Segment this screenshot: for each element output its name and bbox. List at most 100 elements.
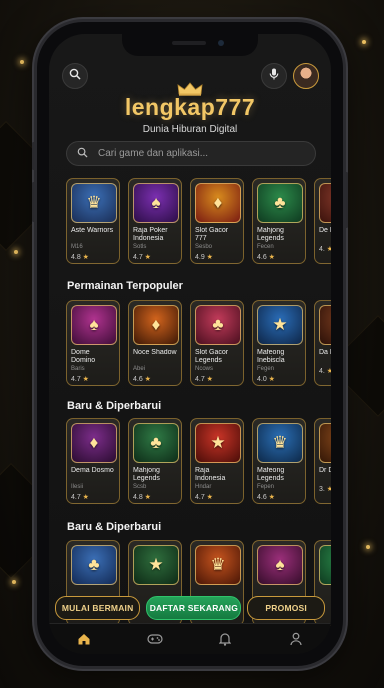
game-publisher: M16 [71, 244, 83, 250]
star-icon: ★ [80, 376, 89, 383]
game-art-icon: ♛ [210, 555, 226, 574]
game-card[interactable]: ♠ Dome Domino Baris 4.7 ★ [66, 300, 120, 386]
game-thumbnail: ♣ [133, 423, 179, 463]
game-row: ♠ Dome Domino Baris 4.7 ★ ♦ Noce Shadow Abei 4.… [66, 300, 331, 388]
tab-profile[interactable] [276, 626, 316, 652]
game-thumbnail: ♦ [133, 305, 179, 345]
rating-value: 4.8 [133, 494, 143, 501]
game-rating: 4.6 ★ [257, 253, 301, 261]
game-publisher: Fegen [257, 366, 275, 372]
phone-side-button [345, 172, 348, 228]
tab-home[interactable] [64, 626, 104, 652]
star-icon: ★ [266, 494, 275, 501]
section-title: Baru & Diperbarui [67, 521, 162, 533]
game-card[interactable]: ♛ Da Da 4. ★ [314, 300, 331, 386]
game-name: Slot Gacor 777 [195, 227, 229, 242]
game-thumbnail: ♣ [195, 305, 241, 345]
brand-header: lengkap777 Dunia Hiburan Digital [49, 82, 331, 135]
game-thumbnail: ♣ [257, 183, 303, 223]
game-art-icon: ♠ [275, 555, 285, 574]
app-title: lengkap777 [124, 94, 256, 120]
game-thumbnail: ★ [319, 183, 331, 223]
game-card[interactable]: ♣ Mahjong Legends Fecen 4.6 ★ [252, 178, 306, 264]
game-publisher: Abei [133, 366, 146, 372]
star-icon: ★ [326, 246, 331, 253]
game-rating: 4.8 ★ [133, 493, 177, 501]
game-name: Raja Indonesia [195, 467, 226, 482]
star-icon: ★ [326, 486, 331, 493]
game-rating: 4.7 ★ [133, 253, 177, 261]
game-card[interactable]: ♛ Mafeong Legends Fepen 4.6 ★ [252, 418, 306, 504]
game-name: Mafeong Legends [257, 467, 285, 482]
game-rating: 4. ★ [319, 367, 331, 375]
tab-notifications[interactable] [205, 626, 245, 652]
game-thumbnail: ♦ [71, 423, 117, 463]
gamepad-icon [147, 634, 163, 644]
game-publisher: Ilesii [71, 484, 84, 490]
game-rating: 4. ★ [319, 245, 331, 253]
game-art-icon: ♛ [272, 433, 288, 452]
star-icon: ★ [80, 494, 89, 501]
search-icon [77, 145, 88, 163]
search-bar[interactable] [66, 141, 316, 166]
game-publisher: Baris [71, 366, 85, 372]
bottom-tab-bar [49, 623, 331, 654]
star-icon: ★ [266, 376, 275, 383]
game-card[interactable]: ♣ Mahjong Legends Scsb 4.8 ★ [128, 418, 182, 504]
game-row: ♛ Aste Warriors M16 4.8 ★ ♠ Raja Poker Indone… [66, 178, 331, 266]
star-icon: ★ [142, 494, 151, 501]
game-rating: 4.6 ★ [133, 375, 177, 383]
star-icon: ★ [326, 368, 331, 375]
game-card[interactable]: ♠ Dr Da 3. ★ [314, 418, 331, 504]
search-input[interactable] [96, 147, 300, 160]
game-thumbnail: ♠ [257, 545, 303, 585]
start-playing-button[interactable]: MULAI BERMAIN [55, 596, 141, 620]
game-name: Dema Dosmo [71, 467, 114, 474]
game-rating: 4.9 ★ [195, 253, 239, 261]
game-card[interactable]: ♠ Raja Poker Indonesia Sotls 4.7 ★ [128, 178, 182, 264]
star-icon: ★ [142, 254, 151, 261]
game-publisher: Sesbo [195, 244, 213, 250]
phone-notch [122, 34, 258, 56]
game-card[interactable]: ♛ Aste Warriors M16 4.8 ★ [66, 178, 120, 264]
game-publisher: Sotls [133, 244, 147, 250]
game-card[interactable]: ★ Mafeong Inebiscla Fegen 4.0 ★ [252, 300, 306, 386]
register-button[interactable]: DAFTAR SEKARANG [146, 596, 242, 620]
sparkle [12, 580, 16, 584]
game-rating: 3. ★ [319, 485, 331, 493]
game-name: Dome Domino [71, 349, 96, 364]
game-thumbnail: ♛ [319, 305, 331, 345]
game-thumbnail: ★ [133, 545, 179, 585]
game-card[interactable]: ★ De Da 4. ★ [314, 178, 331, 264]
tab-games[interactable] [135, 626, 175, 652]
promo-button[interactable]: PROMOSI [247, 596, 325, 620]
game-rating: 4.7 ★ [195, 375, 239, 383]
game-thumbnail: ♛ [71, 183, 117, 223]
game-rating: 4.0 ★ [257, 375, 301, 383]
game-name: Aste Warriors [71, 227, 114, 234]
section-title: Permainan Terpopuler [67, 280, 183, 292]
sparkle [366, 545, 370, 549]
game-art-icon: ♛ [320, 306, 331, 344]
game-name: Mafeong Inebiscla [257, 349, 285, 364]
rating-value: 4.7 [71, 494, 81, 501]
game-thumbnail: ♛ [195, 545, 241, 585]
game-publisher: Ncows [195, 366, 214, 372]
game-card[interactable]: ♦ Noce Shadow Abei 4.6 ★ [128, 300, 182, 386]
game-card[interactable]: ★ Raja Indonesia Hndar 4.7 ★ [190, 418, 244, 504]
game-name: Noce Shadow [133, 349, 177, 356]
game-thumbnail: ♦ [319, 545, 331, 585]
game-card[interactable]: ♦ Slot Gacor 777 Sesbo 4.9 ★ [190, 178, 244, 264]
game-art-icon: ★ [272, 315, 288, 334]
game-art-icon: ♦ [151, 315, 161, 334]
game-card[interactable]: ♦ Dema Dosmo Ilesii 4.7 ★ [66, 418, 120, 504]
phone-side-button [32, 182, 35, 222]
star-icon: ★ [142, 376, 151, 383]
cta-bar: MULAI BERMAIN DAFTAR SEKARANG PROMOSI [49, 596, 331, 624]
game-card[interactable]: ♣ Slot Gacor Legends Ncows 4.7 ★ [190, 300, 244, 386]
game-name: Da Da [319, 349, 331, 356]
game-publisher: Scsb [133, 484, 147, 490]
game-publisher: Fecen [257, 244, 274, 250]
game-name: De Da [319, 227, 331, 234]
rating-value: 4.6 [257, 494, 267, 501]
